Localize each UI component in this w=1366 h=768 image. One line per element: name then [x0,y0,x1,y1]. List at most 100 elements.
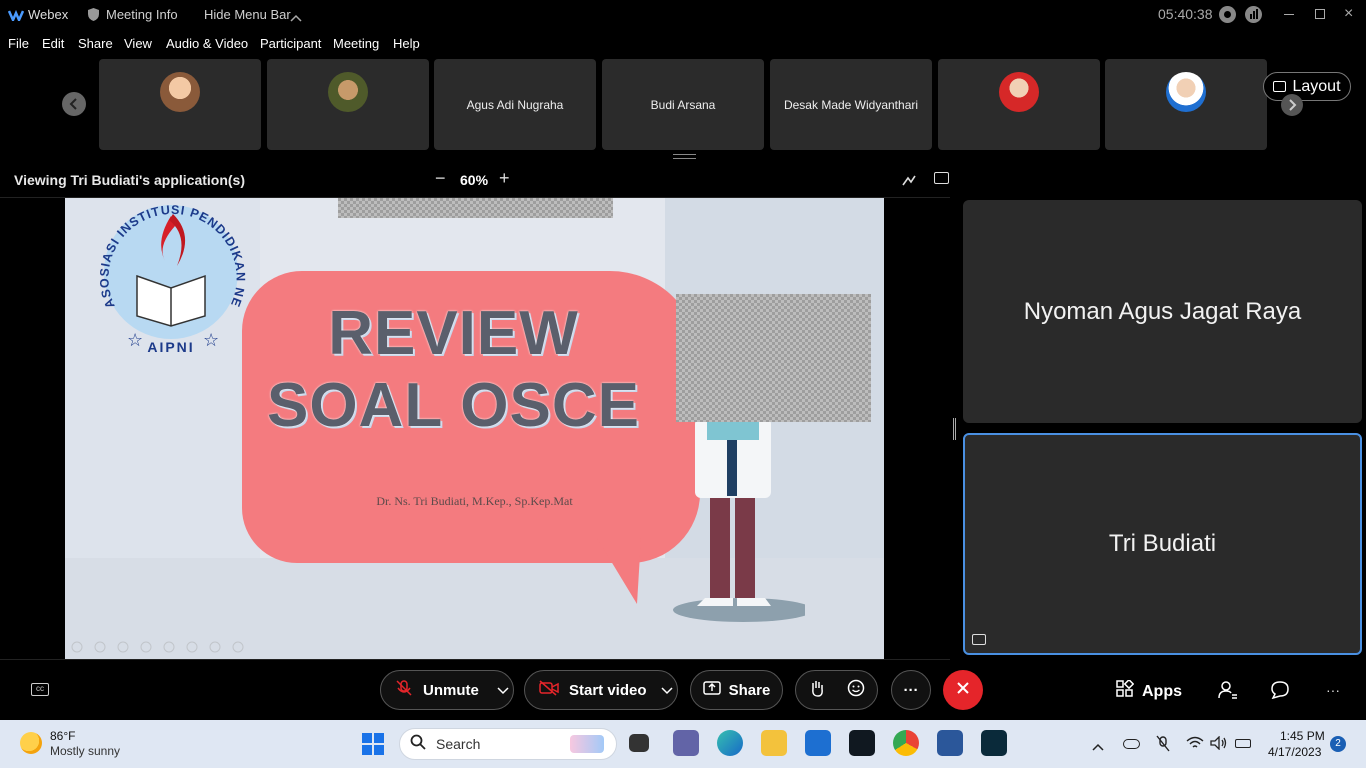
avatar [160,72,200,112]
record-icon[interactable] [1219,6,1236,23]
menu-view[interactable]: View [124,36,152,51]
close-icon[interactable]: × [1344,5,1353,23]
menu-share[interactable]: Share [78,36,113,51]
chevron-down-icon[interactable] [497,682,509,699]
task-view-icon[interactable] [629,734,649,752]
participant-tile[interactable]: Budi Arsana [602,59,764,150]
stats-icon[interactable] [1245,6,1262,23]
redacted-block [676,294,871,422]
participant-tile[interactable] [267,59,429,150]
slide-title-1: REVIEW [328,299,579,368]
search-icon [410,734,426,755]
filmstrip-next-button[interactable] [1281,94,1303,116]
menu-edit[interactable]: Edit [42,36,64,51]
redacted-block [338,198,613,218]
edge-icon[interactable] [717,730,743,756]
meeting-info-button[interactable]: Meeting Info [106,7,178,22]
menu-meeting[interactable]: Meeting [333,36,379,51]
apps-button[interactable]: Apps [1116,678,1182,703]
search-placeholder: Search [436,736,481,752]
webex-taskbar-icon[interactable] [849,730,875,756]
participant-tile[interactable]: Desak Made Widyanthari [770,59,932,150]
mic-muted-tray-icon[interactable] [1156,735,1170,758]
participant-tile[interactable] [1105,59,1267,150]
reactions-group [795,670,878,710]
notification-badge[interactable]: 2 [1330,736,1346,752]
avatar [999,72,1039,112]
participant-tile[interactable] [938,59,1100,150]
minimize-icon[interactable] [1284,14,1294,15]
slide-toolbar[interactable] [70,640,250,654]
hide-menu-bar-button[interactable]: Hide Menu Bar [204,7,291,22]
logo-abbr: AIPNI [147,339,194,355]
file-explorer-icon[interactable] [761,730,787,756]
sharing-icon [972,634,986,645]
menu-file[interactable]: File [8,36,29,51]
more-panels-icon[interactable]: ··· [1326,682,1340,698]
chevron-down-icon[interactable] [661,682,673,699]
video-tile-nyoman[interactable]: Nyoman Agus Jagat Raya [963,200,1362,423]
filmstrip-prev-button[interactable] [62,92,86,116]
weather-temp: 86°F [50,729,76,743]
weather-condition: Mostly sunny [50,744,121,758]
word-icon[interactable] [937,730,963,756]
layout-label: Layout [1292,77,1341,95]
wifi-icon[interactable] [1186,736,1204,755]
start-video-button[interactable]: Start video [524,670,678,710]
participant-name: Budi Arsana [650,97,716,112]
video-off-icon [539,680,559,700]
apps-label: Apps [1142,682,1182,700]
speech-bubble-tail [597,538,641,604]
more-options-button[interactable]: ··· [891,670,931,710]
apps-icon [1116,678,1135,703]
zoom-in-button[interactable]: + [499,168,510,189]
unmute-label: Unmute [423,681,479,699]
taskbar-search[interactable]: Search [399,728,617,760]
avatar [328,72,368,112]
chat-icon[interactable] [1271,681,1289,704]
raise-hand-icon[interactable] [809,679,825,701]
webex-meeting-taskbar-icon[interactable] [981,730,1007,756]
unmute-button[interactable]: Unmute [380,670,514,710]
share-button[interactable]: Share [690,670,783,710]
end-call-button[interactable] [943,670,983,710]
annotate-icon[interactable] [901,172,917,193]
menu-bar: File Edit Share View Audio & Video Parti… [0,30,1366,56]
tray-expand-icon[interactable] [1092,738,1104,756]
menu-participant[interactable]: Participant [260,36,321,51]
menu-audio-video[interactable]: Audio & Video [166,36,248,51]
onedrive-icon[interactable] [1123,739,1140,749]
teams-chat-icon[interactable] [673,730,699,756]
video-tile-tri-budiati[interactable]: Tri Budiati [963,433,1362,655]
mic-muted-icon [395,679,413,701]
participant-tile[interactable]: Agus Adi Nugraha [434,59,596,150]
layout-button[interactable]: Layout [1263,72,1351,101]
svg-text:☆: ☆ [203,330,219,350]
viewing-bar: Viewing Tri Budiati's application(s) − 6… [0,165,950,195]
taskbar-date: 4/17/2023 [1268,745,1322,759]
start-video-label: Start video [569,681,647,699]
share-screen-view-icon[interactable] [934,172,949,184]
share-icon [702,680,721,700]
app-name: Webex [28,7,69,22]
captions-icon[interactable]: cc [31,683,49,696]
participants-icon[interactable] [1218,681,1238,704]
volume-icon[interactable] [1210,735,1228,755]
reactions-icon[interactable] [847,679,865,701]
battery-icon[interactable] [1235,739,1251,748]
restore-icon[interactable] [1315,9,1325,19]
panel-resize-handle[interactable] [953,418,956,440]
participant-tile[interactable] [99,59,261,150]
video-tile-name: Tri Budiati [1108,530,1217,557]
chrome-icon[interactable] [893,730,919,756]
filmstrip-resize-handle[interactable] [673,154,696,159]
windows-start-icon[interactable] [361,732,385,756]
menu-help[interactable]: Help [393,36,420,51]
chevron-up-icon[interactable] [290,9,302,27]
zoom-out-button[interactable]: − [435,168,446,189]
title-bar: Webex Meeting Info Hide Menu Bar 05:40:3… [0,0,1366,30]
taskbar-time: 1:45 PM [1280,729,1325,743]
mail-icon[interactable] [805,730,831,756]
webex-logo-icon [7,8,25,24]
meeting-clock: 05:40:38 [1158,6,1213,22]
